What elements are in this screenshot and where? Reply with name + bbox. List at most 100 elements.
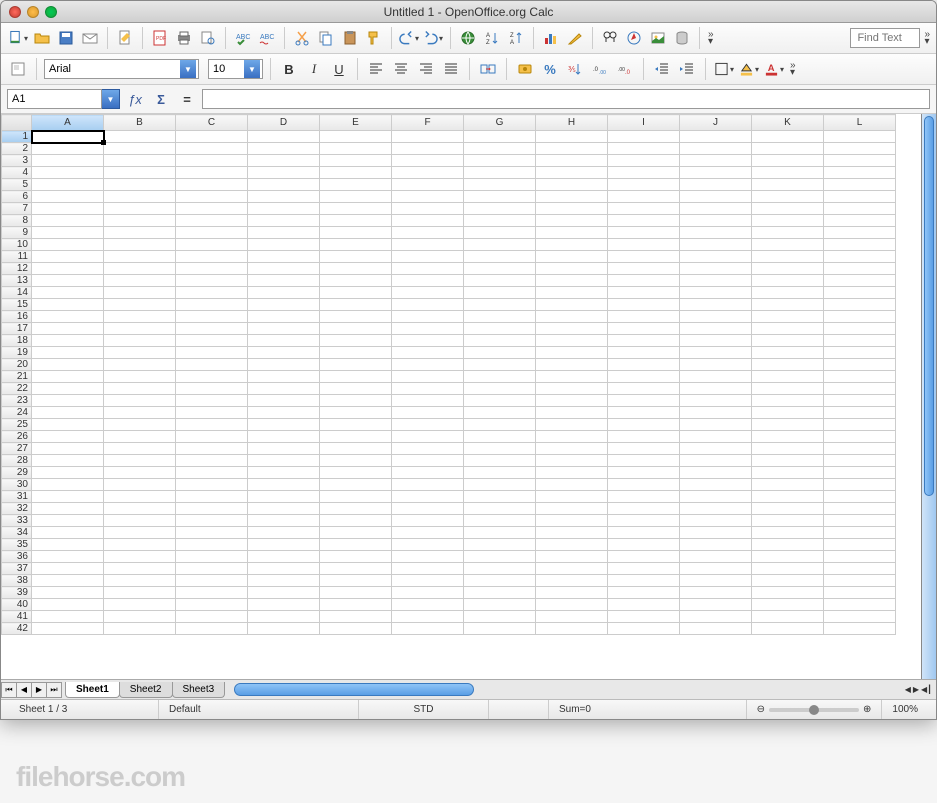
underline-button[interactable]: U xyxy=(328,58,350,80)
cell[interactable] xyxy=(320,587,392,599)
tab-nav-button[interactable]: ⏭ xyxy=(46,682,62,698)
cell[interactable] xyxy=(464,467,536,479)
cell[interactable] xyxy=(824,527,896,539)
cell[interactable] xyxy=(824,275,896,287)
decrease-indent-button[interactable] xyxy=(651,58,673,80)
cell[interactable] xyxy=(320,503,392,515)
sheet-tab[interactable]: Sheet1 xyxy=(65,682,120,698)
cell[interactable] xyxy=(104,203,176,215)
row-header[interactable]: 37 xyxy=(2,563,32,575)
cell[interactable] xyxy=(680,611,752,623)
find-replace-button[interactable] xyxy=(599,27,621,49)
cell[interactable] xyxy=(824,419,896,431)
cell[interactable] xyxy=(248,299,320,311)
cell[interactable] xyxy=(680,419,752,431)
cell[interactable] xyxy=(680,395,752,407)
cell[interactable] xyxy=(608,599,680,611)
cell[interactable] xyxy=(824,347,896,359)
cell[interactable] xyxy=(680,455,752,467)
delete-decimal-button[interactable]: .00.0 xyxy=(614,58,636,80)
cell[interactable] xyxy=(176,491,248,503)
cell[interactable] xyxy=(176,263,248,275)
cell[interactable] xyxy=(752,251,824,263)
cell[interactable] xyxy=(608,395,680,407)
sheet-tab[interactable]: Sheet3 xyxy=(172,682,226,698)
cell[interactable] xyxy=(536,251,608,263)
cell[interactable] xyxy=(752,287,824,299)
cell[interactable] xyxy=(104,611,176,623)
cell[interactable] xyxy=(392,215,464,227)
cell[interactable] xyxy=(248,227,320,239)
cell[interactable] xyxy=(680,623,752,635)
cell[interactable] xyxy=(392,599,464,611)
cell[interactable] xyxy=(680,443,752,455)
selection-mode-label[interactable] xyxy=(489,700,549,719)
cell[interactable] xyxy=(536,623,608,635)
cell[interactable] xyxy=(536,299,608,311)
cell[interactable] xyxy=(680,287,752,299)
cell[interactable] xyxy=(320,443,392,455)
cell[interactable] xyxy=(536,395,608,407)
cell[interactable] xyxy=(392,263,464,275)
cell[interactable] xyxy=(464,227,536,239)
cell[interactable] xyxy=(176,335,248,347)
open-button[interactable] xyxy=(31,27,53,49)
cell[interactable] xyxy=(320,467,392,479)
cell[interactable] xyxy=(608,407,680,419)
font-size-input[interactable] xyxy=(209,60,244,78)
cell[interactable] xyxy=(680,251,752,263)
cell[interactable] xyxy=(608,239,680,251)
cell[interactable] xyxy=(608,623,680,635)
tab-nav-button[interactable]: ◀ xyxy=(16,682,32,698)
cell[interactable] xyxy=(320,419,392,431)
cell[interactable] xyxy=(752,587,824,599)
cell[interactable] xyxy=(104,167,176,179)
cell[interactable] xyxy=(680,179,752,191)
cell[interactable] xyxy=(608,467,680,479)
hyperlink-button[interactable] xyxy=(457,27,479,49)
cell[interactable] xyxy=(680,203,752,215)
cell[interactable] xyxy=(32,407,104,419)
cell[interactable] xyxy=(176,251,248,263)
cell[interactable] xyxy=(536,287,608,299)
cell[interactable] xyxy=(824,239,896,251)
cell[interactable] xyxy=(752,455,824,467)
cell[interactable] xyxy=(608,179,680,191)
cell[interactable] xyxy=(176,311,248,323)
cell[interactable] xyxy=(32,251,104,263)
cell[interactable] xyxy=(824,623,896,635)
cell[interactable] xyxy=(32,467,104,479)
name-box[interactable]: ▼ xyxy=(7,89,120,109)
cell[interactable] xyxy=(536,515,608,527)
insert-mode-label[interactable]: STD xyxy=(359,700,489,719)
cell[interactable] xyxy=(176,539,248,551)
cell[interactable] xyxy=(248,407,320,419)
cell[interactable] xyxy=(536,227,608,239)
cell[interactable] xyxy=(536,599,608,611)
grid-scroll-container[interactable]: ABCDEFGHIJKL1234567891011121314151617181… xyxy=(1,114,921,679)
cell[interactable] xyxy=(608,527,680,539)
cell[interactable] xyxy=(176,611,248,623)
cell[interactable] xyxy=(176,287,248,299)
cell[interactable] xyxy=(392,491,464,503)
column-header[interactable]: G xyxy=(464,115,536,131)
cell[interactable] xyxy=(752,299,824,311)
row-header[interactable]: 27 xyxy=(2,443,32,455)
cell[interactable] xyxy=(32,191,104,203)
cell[interactable] xyxy=(320,575,392,587)
cell[interactable] xyxy=(104,335,176,347)
cell[interactable] xyxy=(608,371,680,383)
cell[interactable] xyxy=(176,587,248,599)
row-header[interactable]: 35 xyxy=(2,539,32,551)
cell[interactable] xyxy=(248,131,320,143)
cell[interactable] xyxy=(824,191,896,203)
cell[interactable] xyxy=(680,587,752,599)
cell[interactable] xyxy=(464,503,536,515)
row-header[interactable]: 21 xyxy=(2,371,32,383)
cell[interactable] xyxy=(464,203,536,215)
cell[interactable] xyxy=(104,299,176,311)
cell[interactable] xyxy=(104,551,176,563)
row-header[interactable]: 14 xyxy=(2,287,32,299)
select-all-corner[interactable] xyxy=(2,115,32,131)
cell[interactable] xyxy=(680,371,752,383)
